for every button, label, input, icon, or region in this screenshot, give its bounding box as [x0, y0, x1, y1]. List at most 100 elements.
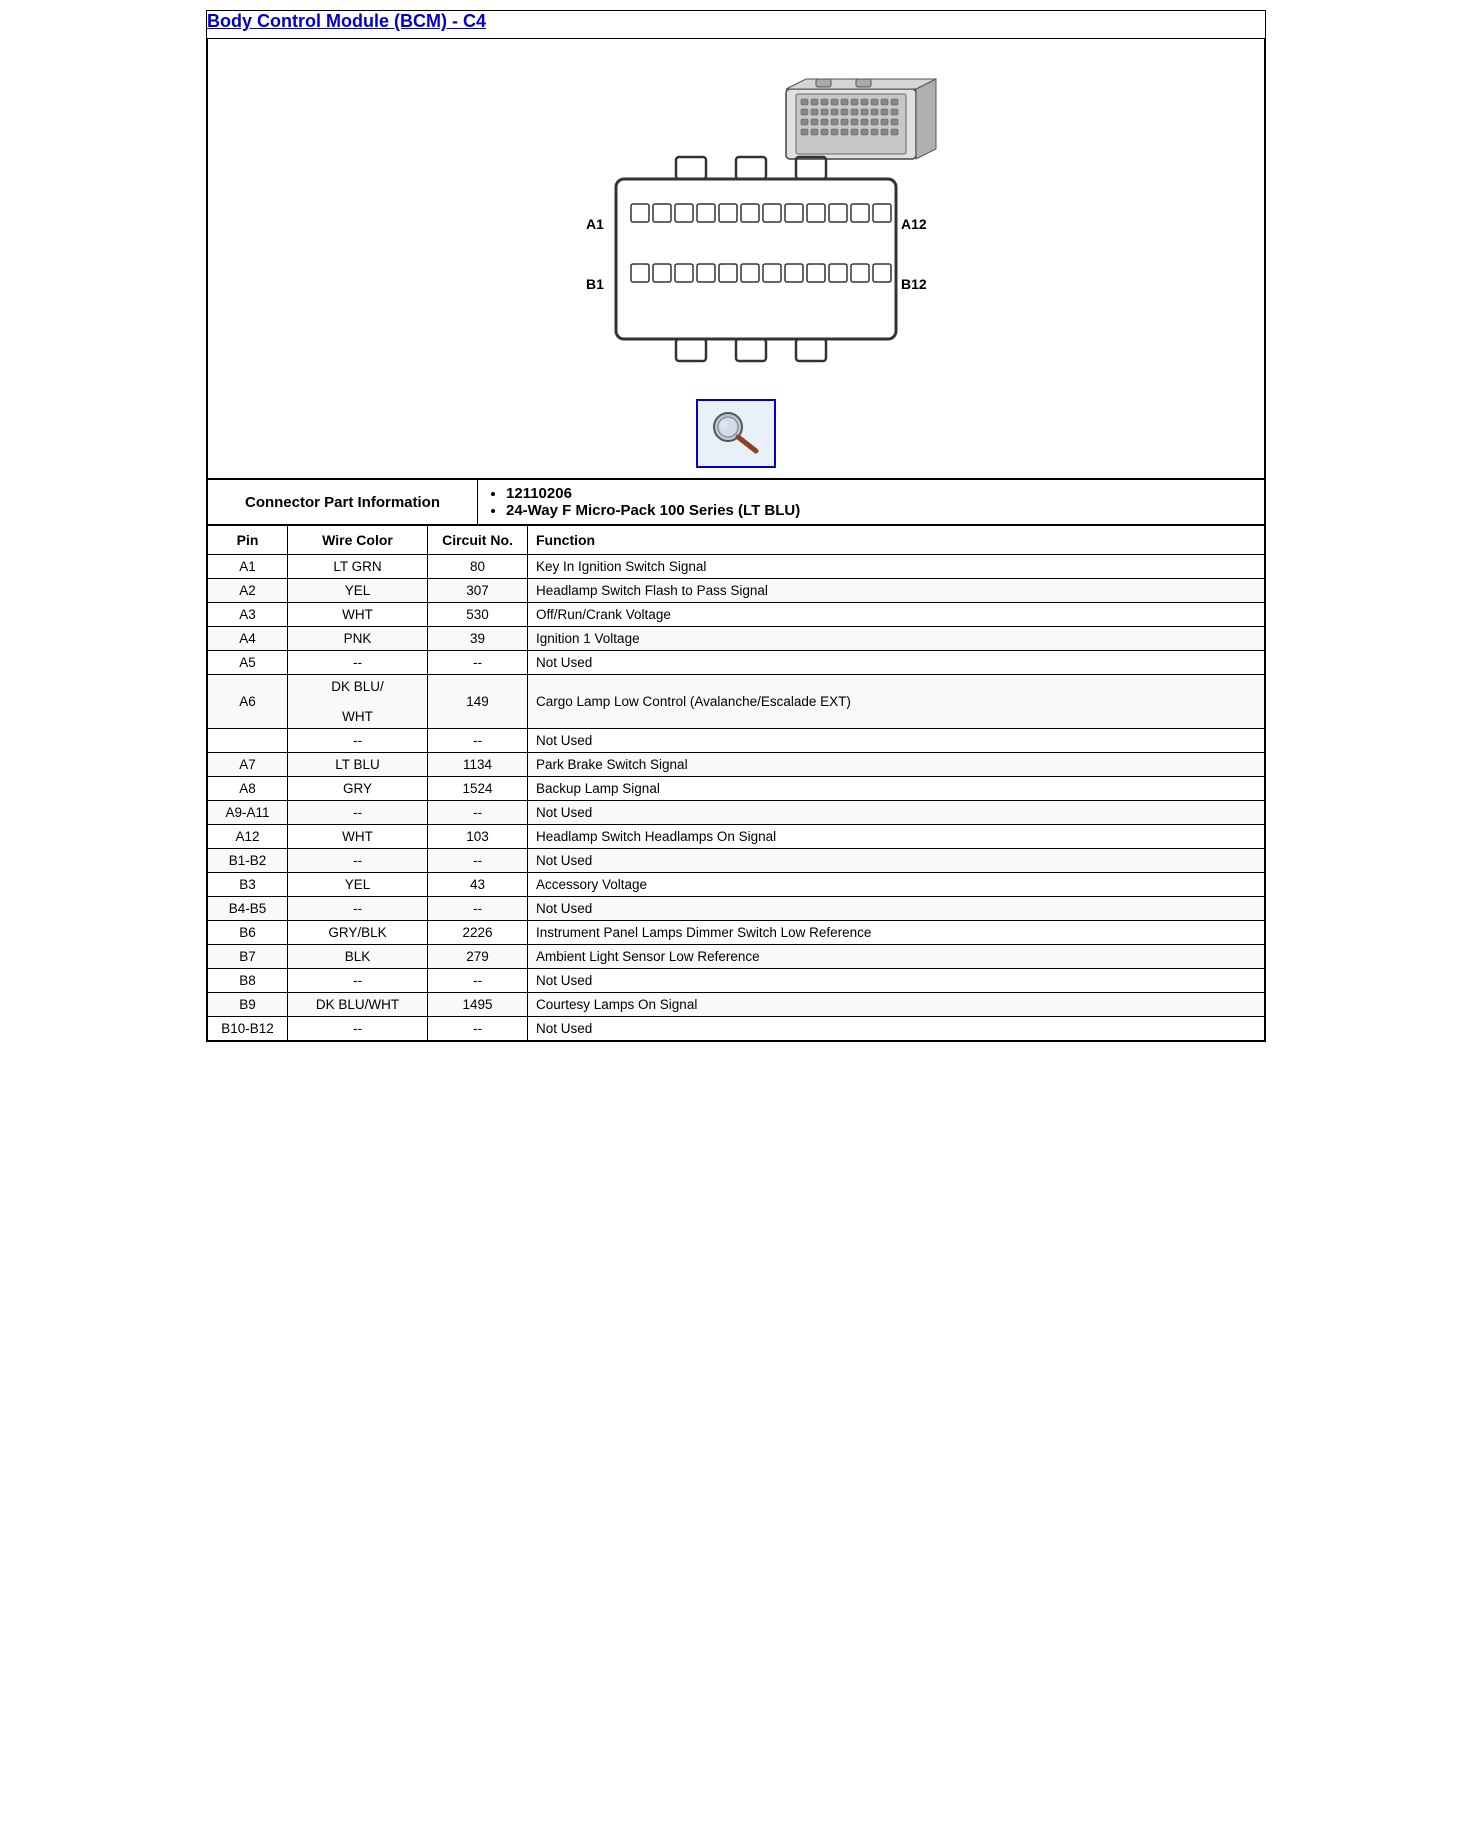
- connector-info-item-1: 12110206: [506, 485, 1256, 502]
- wire-color-cell: PNK: [288, 627, 428, 651]
- table-row: B7 BLK 279 Ambient Light Sensor Low Refe…: [208, 945, 1265, 969]
- function-cell: Cargo Lamp Low Control (Avalanche/Escala…: [528, 675, 1265, 729]
- wire-color-cell: --: [288, 969, 428, 993]
- pin-cell: A4: [208, 627, 288, 651]
- pin-cell: A1: [208, 555, 288, 579]
- pin-cell: B9: [208, 993, 288, 1017]
- svg-text:B12: B12: [901, 276, 927, 292]
- table-row: B9 DK BLU/WHT 1495 Courtesy Lamps On Sig…: [208, 993, 1265, 1017]
- pin-table: Pin Wire Color Circuit No. Function A1 L…: [207, 525, 1265, 1041]
- table-row: A4 PNK 39 Ignition 1 Voltage: [208, 627, 1265, 651]
- pin-cell: A3: [208, 603, 288, 627]
- function-cell: Not Used: [528, 897, 1265, 921]
- wire-color-cell: --: [288, 651, 428, 675]
- function-cell: Off/Run/Crank Voltage: [528, 603, 1265, 627]
- header-pin: Pin: [208, 526, 288, 555]
- wire-color-cell: GRY: [288, 777, 428, 801]
- table-row: B3 YEL 43 Accessory Voltage: [208, 873, 1265, 897]
- header-circuit-no: Circuit No.: [428, 526, 528, 555]
- pin-cell: B7: [208, 945, 288, 969]
- function-cell: Accessory Voltage: [528, 873, 1265, 897]
- pin-cell: A5: [208, 651, 288, 675]
- connector-diagram: A1 A12: [526, 59, 946, 379]
- table-row: A8 GRY 1524 Backup Lamp Signal: [208, 777, 1265, 801]
- wire-color-cell: LT BLU: [288, 753, 428, 777]
- pin-cell: [208, 729, 288, 753]
- function-cell: Not Used: [528, 849, 1265, 873]
- wire-color-cell: DK BLU/WHT: [288, 993, 428, 1017]
- wire-color-cell: YEL: [288, 873, 428, 897]
- page-container: Body Control Module (BCM) - C4: [206, 10, 1266, 1042]
- pin-cell: A2: [208, 579, 288, 603]
- page-title: Body Control Module (BCM) - C4: [207, 11, 1265, 32]
- circuit-no-cell: 530: [428, 603, 528, 627]
- circuit-no-cell: 1495: [428, 993, 528, 1017]
- circuit-no-cell: 307: [428, 579, 528, 603]
- circuit-no-cell: 279: [428, 945, 528, 969]
- diagram-area: A1 A12: [207, 38, 1265, 479]
- table-row: B4-B5 -- -- Not Used: [208, 897, 1265, 921]
- circuit-no-cell: 1524: [428, 777, 528, 801]
- function-cell: Ambient Light Sensor Low Reference: [528, 945, 1265, 969]
- magnifier-button[interactable]: [696, 399, 776, 468]
- wire-color-cell: WHT: [288, 825, 428, 849]
- circuit-no-cell: --: [428, 849, 528, 873]
- table-row: A5 -- -- Not Used: [208, 651, 1265, 675]
- table-row: A1 LT GRN 80 Key In Ignition Switch Sign…: [208, 555, 1265, 579]
- function-cell: Headlamp Switch Headlamps On Signal: [528, 825, 1265, 849]
- function-cell: Not Used: [528, 729, 1265, 753]
- circuit-no-cell: 149: [428, 675, 528, 729]
- function-cell: Park Brake Switch Signal: [528, 753, 1265, 777]
- wire-color-cell: --: [288, 1017, 428, 1041]
- table-row: A3 WHT 530 Off/Run/Crank Voltage: [208, 603, 1265, 627]
- circuit-no-cell: 1134: [428, 753, 528, 777]
- function-cell: Instrument Panel Lamps Dimmer Switch Low…: [528, 921, 1265, 945]
- wire-color-cell: DK BLU/WHT: [288, 675, 428, 729]
- pin-cell: A9-A11: [208, 801, 288, 825]
- pin-cell: A7: [208, 753, 288, 777]
- pin-cell: B8: [208, 969, 288, 993]
- circuit-no-cell: --: [428, 897, 528, 921]
- pin-cell: B3: [208, 873, 288, 897]
- function-cell: Not Used: [528, 969, 1265, 993]
- pin-cell: B4-B5: [208, 897, 288, 921]
- wire-color-cell: --: [288, 729, 428, 753]
- function-cell: Not Used: [528, 801, 1265, 825]
- wire-color-cell: --: [288, 897, 428, 921]
- circuit-no-cell: 43: [428, 873, 528, 897]
- wire-color-cell: YEL: [288, 579, 428, 603]
- pin-cell: A6: [208, 675, 288, 729]
- circuit-no-cell: --: [428, 969, 528, 993]
- wire-color-cell: GRY/BLK: [288, 921, 428, 945]
- circuit-no-cell: --: [428, 801, 528, 825]
- table-row: -- -- Not Used: [208, 729, 1265, 753]
- wire-color-cell: BLK: [288, 945, 428, 969]
- function-cell: Not Used: [528, 651, 1265, 675]
- wire-color-cell: --: [288, 801, 428, 825]
- pin-cell: A8: [208, 777, 288, 801]
- circuit-no-cell: 39: [428, 627, 528, 651]
- connector-info-cell: 12110206 24-Way F Micro-Pack 100 Series …: [478, 480, 1265, 525]
- table-row: A9-A11 -- -- Not Used: [208, 801, 1265, 825]
- connector-info-item-2: 24-Way F Micro-Pack 100 Series (LT BLU): [506, 502, 1256, 519]
- table-row: A7 LT BLU 1134 Park Brake Switch Signal: [208, 753, 1265, 777]
- circuit-no-cell: 103: [428, 825, 528, 849]
- pin-cell: B6: [208, 921, 288, 945]
- svg-text:A12: A12: [901, 216, 927, 232]
- function-cell: Not Used: [528, 1017, 1265, 1041]
- wire-color-cell: WHT: [288, 603, 428, 627]
- table-row: B10-B12 -- -- Not Used: [208, 1017, 1265, 1041]
- header-function: Function: [528, 526, 1265, 555]
- function-cell: Key In Ignition Switch Signal: [528, 555, 1265, 579]
- info-table: Connector Part Information 12110206 24-W…: [207, 479, 1265, 525]
- connector-part-label-text: Connector Part Information: [245, 494, 440, 511]
- circuit-no-cell: --: [428, 729, 528, 753]
- table-row: B6 GRY/BLK 2226 Instrument Panel Lamps D…: [208, 921, 1265, 945]
- function-cell: Headlamp Switch Flash to Pass Signal: [528, 579, 1265, 603]
- header-wire-color: Wire Color: [288, 526, 428, 555]
- wire-color-cell: --: [288, 849, 428, 873]
- table-row: B8 -- -- Not Used: [208, 969, 1265, 993]
- table-row: A12 WHT 103 Headlamp Switch Headlamps On…: [208, 825, 1265, 849]
- svg-text:A1: A1: [586, 216, 604, 232]
- wire-color-cell: LT GRN: [288, 555, 428, 579]
